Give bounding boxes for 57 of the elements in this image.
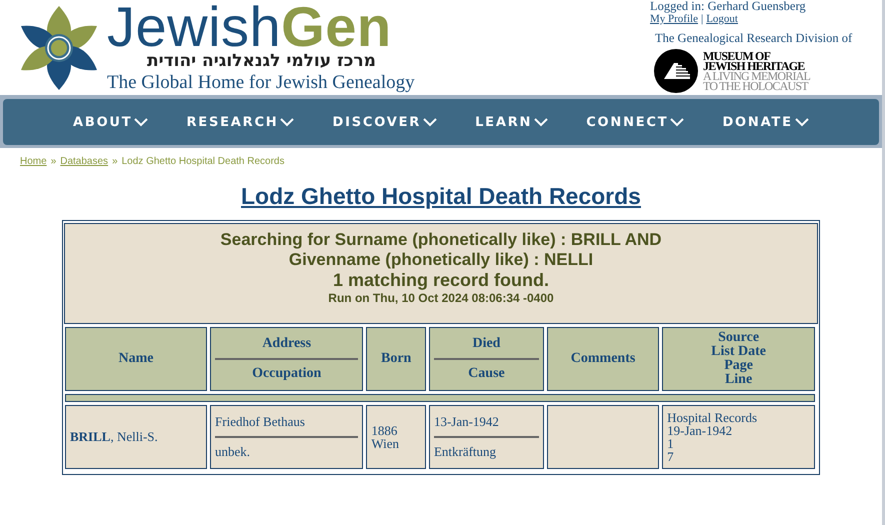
column-header: Comments xyxy=(570,351,636,366)
search-query-text: Givenname (phonetically like) : NELLI xyxy=(288,250,594,270)
page-title[interactable]: Lodz Ghetto Hospital Death Records xyxy=(241,183,641,209)
user-link[interactable]: Logout xyxy=(706,13,738,25)
chevron-down-icon xyxy=(794,118,809,126)
museum-name: JEWISH HERITAGE xyxy=(703,61,805,71)
breadcrumb-current: Lodz Ghetto Hospital Death Records xyxy=(122,156,284,167)
table-cell-text: Wien xyxy=(371,437,400,450)
column-header: Born xyxy=(380,351,412,366)
table-cell-text: 7 xyxy=(667,450,675,463)
table-cell-text: 19-Jan-1942 xyxy=(667,424,734,437)
column-header: Died xyxy=(471,336,502,353)
search-query-text: Searching for Surname (phonetically like) : BRILL AND xyxy=(219,230,663,250)
column-header: Address xyxy=(261,336,312,353)
chevron-down-icon xyxy=(534,118,548,126)
user-link[interactable]: My Profile xyxy=(650,13,698,25)
breadcrumb-link[interactable]: Databases xyxy=(60,156,108,167)
chevron-down-icon xyxy=(423,118,438,126)
logged-in-text: Logged in: Gerhard Guensberg xyxy=(650,0,807,13)
column-header: List Date xyxy=(710,345,767,359)
column-header: Source xyxy=(717,331,760,345)
museum-logo-icon xyxy=(654,49,698,93)
column-header: Page xyxy=(723,359,754,373)
museum-name: MUSEUM OF xyxy=(703,51,770,61)
column-header: Line xyxy=(724,373,752,387)
column-header: Name xyxy=(118,351,154,366)
nav-menu-item[interactable]: DISCOVER xyxy=(332,114,438,130)
column-header: Occupation xyxy=(251,365,322,382)
breadcrumb-link[interactable]: Home xyxy=(20,156,47,167)
table-cell-text: BRILL, Nelli-S. xyxy=(70,429,158,444)
division-text: The Genealogical Research Division of xyxy=(655,31,854,46)
museum-motto: TO THE HOLOCAUST xyxy=(703,81,808,91)
table-cell-text: Entkräftung xyxy=(434,443,498,460)
nav-menu-item[interactable]: RESEARCH xyxy=(186,114,294,130)
table-cell-text: Friedhof Bethaus xyxy=(215,414,306,431)
table-cell-text: Hospital Records xyxy=(667,411,758,424)
museum-motto: A LIVING MEMORIAL xyxy=(703,71,810,81)
link-separator: | xyxy=(700,13,704,25)
chevron-down-icon xyxy=(670,118,684,126)
table-cell-text: unbek. xyxy=(215,443,252,460)
result-count: 1 matching record found. xyxy=(332,270,550,291)
nav-menu-item[interactable]: DONATE xyxy=(722,114,809,130)
nav-menu-item[interactable]: LEARN xyxy=(475,114,548,130)
nav-menu-item[interactable]: ABOUT xyxy=(73,114,148,130)
tagline: The Global Home for Jewish Genealogy xyxy=(107,72,415,94)
breadcrumb-separator: » xyxy=(112,156,118,167)
logo-wordmark: JewishGen xyxy=(107,4,393,50)
table-cell-text: 1886 xyxy=(371,424,398,437)
table-cell-text: 13-Jan-1942 xyxy=(434,414,500,431)
chevron-down-icon xyxy=(134,118,148,126)
column-header: Cause xyxy=(467,365,506,382)
run-timestamp: Run on Thu, 10 Oct 2024 08:06:34 -0400 xyxy=(327,291,555,306)
nav-menu-item[interactable]: CONNECT xyxy=(586,114,684,130)
table-cell-text: 1 xyxy=(667,437,675,450)
breadcrumb-separator: » xyxy=(50,156,56,167)
chevron-down-icon xyxy=(280,118,294,126)
hebrew-tagline: מרכז עולמי לגנאלוגיה יהודית xyxy=(146,50,377,72)
